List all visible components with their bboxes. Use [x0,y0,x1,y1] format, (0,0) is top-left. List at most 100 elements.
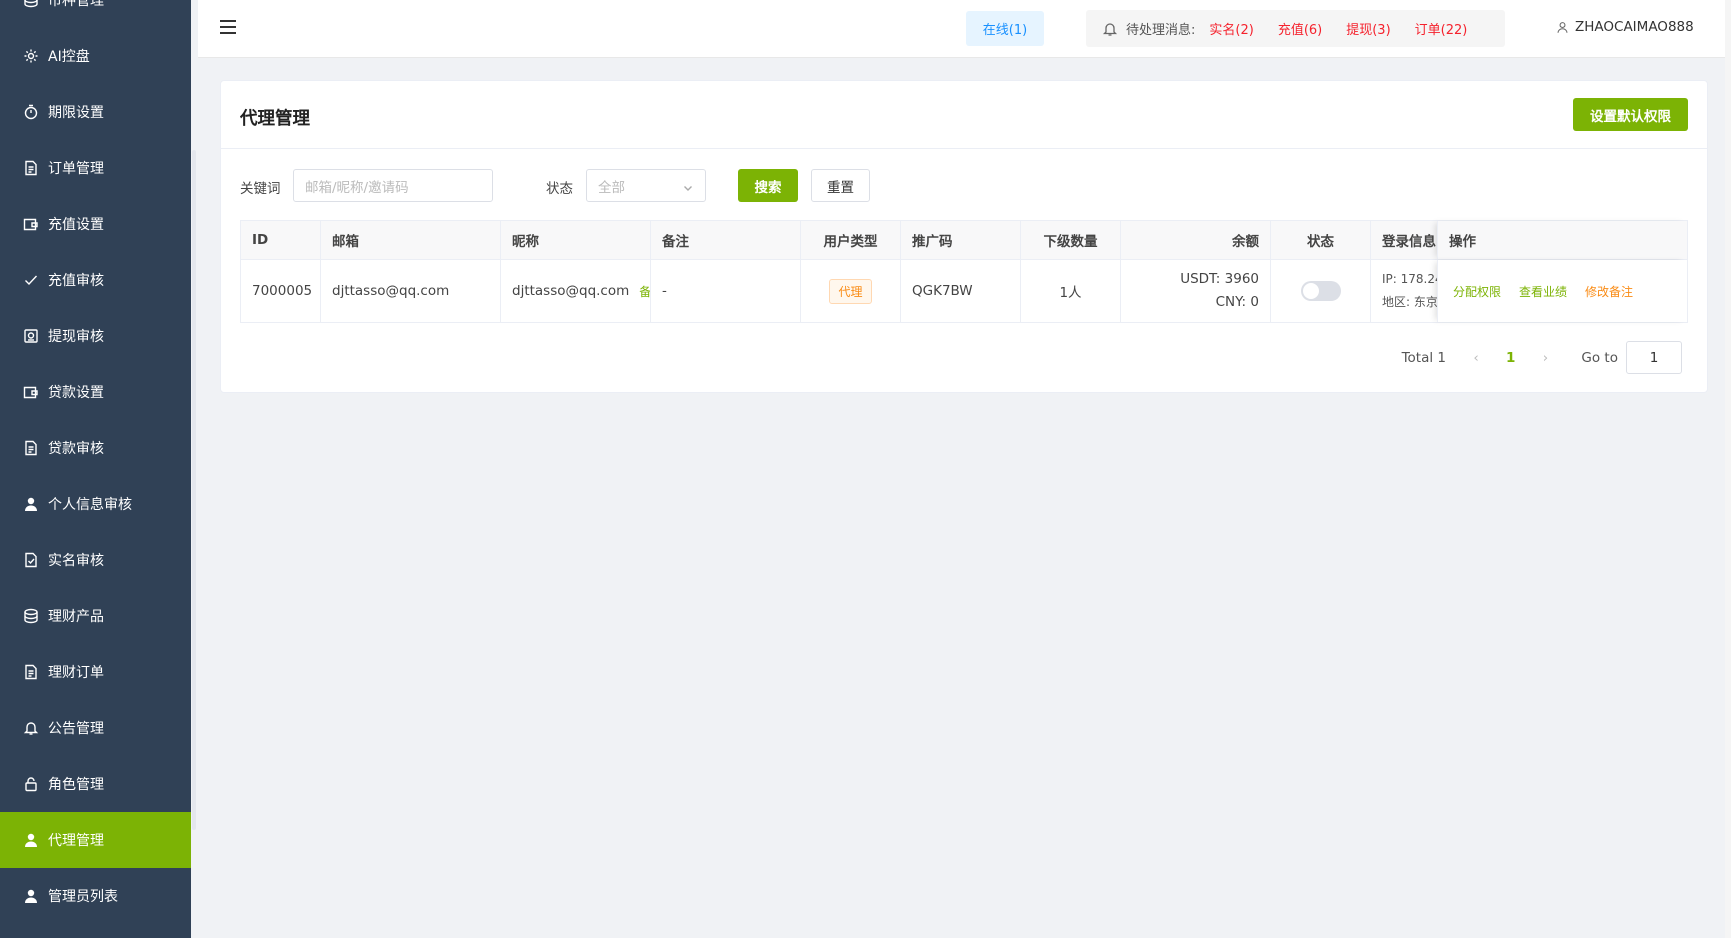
status-select[interactable]: 全部 [586,169,706,202]
ops-links: 分配权限 查看业绩 修改备注 [1438,260,1688,322]
sidebar-item-term-settings[interactable]: 期限设置 [0,84,191,140]
nickname-text: djttasso@qq.com [512,283,630,299]
sidebar-item-recharge-settings[interactable]: 充值设置 [0,196,191,252]
keyword-label: 关键词 [240,181,281,197]
sidebar-item-label: 理财订单 [48,665,104,681]
document-icon [22,439,40,457]
sidebar-item-finance-orders[interactable]: 理财订单 [0,644,191,700]
sidebar-item-label: 充值审核 [48,273,104,289]
sidebar-menu: 币种管理 AI控盘 期限设置 订单管理 充值设置 充值审核 提现审核 贷款设置 [0,0,191,924]
user-icon [22,887,40,905]
sidebar-item-withdraw-review[interactable]: 提现审核 [0,308,191,364]
sidebar-item-loan-settings[interactable]: 贷款设置 [0,364,191,420]
remark-tag-link[interactable]: 备注 [639,283,650,300]
status-label: 状态 [546,181,573,197]
top-header: 在线(1) 待处理消息: 实名(2) 充值(6) 提现(3) 订单(22) ZH… [198,0,1725,58]
cell-balance: USDT: 3960 CNY: 0 [1121,260,1271,322]
cell-promo-code: QGK7BW [901,260,1021,322]
goto-page-input[interactable]: 1 [1626,341,1682,374]
status-select-value: 全部 [598,179,625,196]
sidebar-item-label: 贷款设置 [48,385,104,401]
sidebar-item-admins[interactable]: 管理员列表 [0,868,191,924]
menu-toggle-icon[interactable] [220,20,236,34]
online-badge[interactable]: 在线(1) [966,11,1044,46]
chevron-down-icon [683,181,693,191]
wallet-icon [22,215,40,233]
col-id: ID [241,221,321,259]
cell-sub-count[interactable]: 1人 [1021,260,1121,322]
sidebar-scrollbar[interactable] [192,150,196,830]
prev-page-icon[interactable]: ‹ [1466,350,1486,366]
balance-usdt: USDT: 3960 [1180,271,1259,287]
set-default-permissions-button[interactable]: 设置默认权限 [1573,98,1688,131]
card-header: 代理管理 设置默认权限 [221,81,1707,149]
sidebar-item-label: 币种管理 [48,0,104,9]
ops-column-header: 操作 [1437,221,1687,259]
sidebar-item-ai-control[interactable]: AI控盘 [0,28,191,84]
view-performance-link[interactable]: 查看业绩 [1519,283,1567,300]
keyword-input[interactable]: 邮箱/昵称/邀请码 [293,169,493,202]
agent-management-card: 代理管理 设置默认权限 关键词 邮箱/昵称/邀请码 状态 全部 搜索 重置 ID… [220,80,1708,393]
edit-remark-link[interactable]: 修改备注 [1585,283,1633,300]
sidebar-item-label: 管理员列表 [48,889,118,905]
sidebar-item-finance-products[interactable]: 理财产品 [0,588,191,644]
sidebar-item-label: 实名审核 [48,553,104,569]
col-status: 状态 [1271,221,1371,259]
pagination: Total 1 ‹ 1 › Go to 1 [1402,341,1682,374]
sidebar-item-label: AI控盘 [48,49,90,65]
document-check-icon [22,551,40,569]
document-icon [22,159,40,177]
col-ops: 操作 [1449,234,1476,250]
pending-orders-link[interactable]: 订单(22) [1415,19,1468,38]
cell-remark: - [651,260,801,322]
page-number[interactable]: 1 [1506,350,1515,366]
status-toggle[interactable] [1300,281,1341,301]
cell-ops: 分配权限 查看业绩 修改备注 [1437,260,1687,322]
coins-icon [22,0,40,9]
sidebar-item-loan-review[interactable]: 贷款审核 [0,420,191,476]
col-balance: 余额 [1121,221,1271,259]
sidebar-item-label: 贷款审核 [48,441,104,457]
sidebar-item-announcements[interactable]: 公告管理 [0,700,191,756]
col-nickname: 昵称 [501,221,651,259]
col-email: 邮箱 [321,221,501,259]
page-scrollbar[interactable] [1725,0,1731,938]
user-icon [1557,21,1568,33]
sidebar-item-agents[interactable]: 代理管理 [0,812,191,868]
pending-withdraw-link[interactable]: 提现(3) [1346,19,1390,38]
cell-status [1271,260,1371,322]
user-menu[interactable]: ZHAOCAIMAO888 [1556,19,1694,35]
sidebar-item-personal-info-review[interactable]: 个人信息审核 [0,476,191,532]
timer-icon [22,103,40,121]
pending-recharge-link[interactable]: 充值(6) [1278,19,1322,38]
assign-permissions-link[interactable]: 分配权限 [1453,283,1501,300]
sidebar-item-label: 公告管理 [48,721,104,737]
cell-id: 7000005 [241,260,321,322]
pagination-total: Total 1 [1401,349,1447,366]
col-user-type: 用户类型 [801,221,901,259]
sidebar-item-orders[interactable]: 订单管理 [0,140,191,196]
sidebar-item-label: 期限设置 [48,105,104,121]
pending-realname-link[interactable]: 实名(2) [1209,19,1253,38]
sidebar-item-recharge-review[interactable]: 充值审核 [0,252,191,308]
bell-icon [22,719,40,737]
cell-user-type: 代理 [801,260,901,322]
agent-table: ID 邮箱 昵称 备注 用户类型 推广码 下级数量 余额 状态 登录信息 操作 … [240,220,1688,323]
page-title: 代理管理 [240,109,310,129]
col-remark: 备注 [651,221,801,259]
sidebar-item-coins[interactable]: 币种管理 [0,0,191,28]
cell-nickname: djttasso@qq.com 备注 [501,260,651,322]
cell-email: djttasso@qq.com [321,260,501,322]
sidebar: 币种管理 AI控盘 期限设置 订单管理 充值设置 充值审核 提现审核 贷款设置 [0,0,191,938]
next-page-icon[interactable]: › [1535,350,1555,366]
reset-button[interactable]: 重置 [811,169,870,202]
goto-label: Go to [1581,349,1618,366]
user-icon [22,495,40,513]
sidebar-item-roles[interactable]: 角色管理 [0,756,191,812]
sidebar-item-realname-review[interactable]: 实名审核 [0,532,191,588]
user-icon [22,831,40,849]
search-button[interactable]: 搜索 [738,169,798,202]
username: ZHAOCAIMAO888 [1575,19,1694,35]
sidebar-item-label: 角色管理 [48,777,104,793]
col-sub-count: 下级数量 [1021,221,1121,259]
